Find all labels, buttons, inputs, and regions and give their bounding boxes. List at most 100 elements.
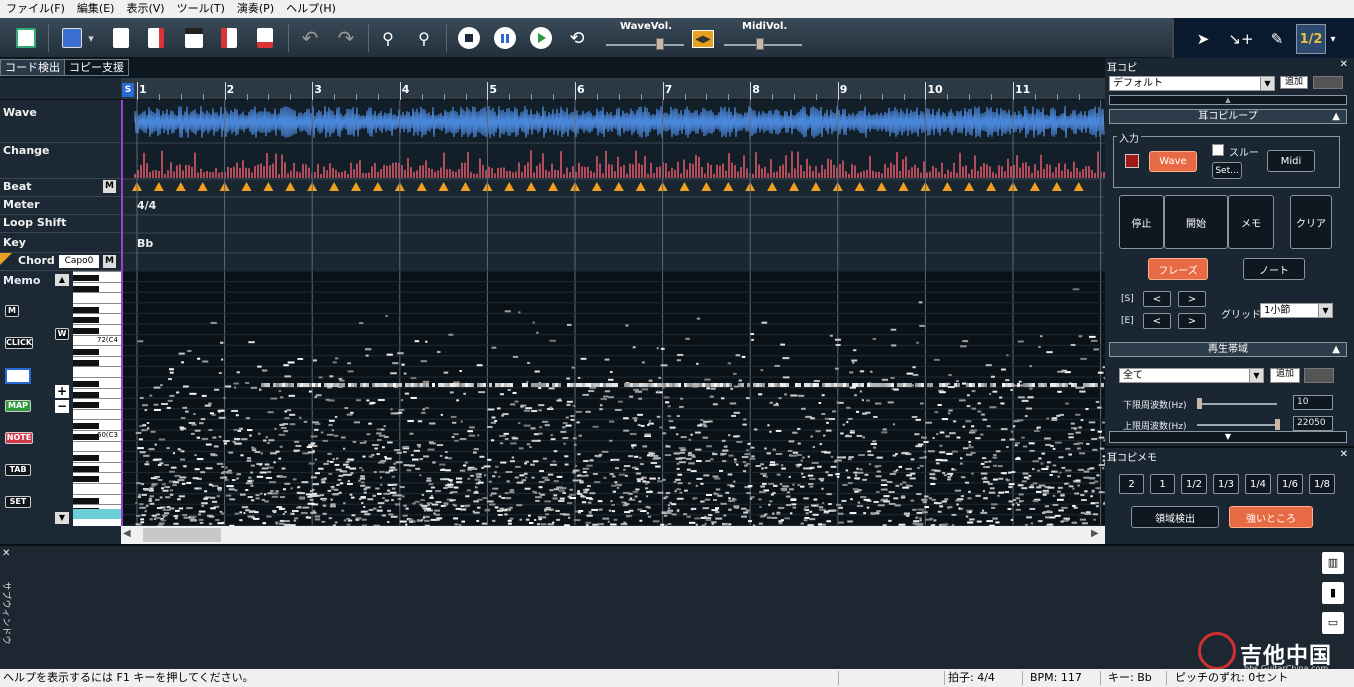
start-next-button[interactable]: >: [1178, 291, 1206, 307]
black-key[interactable]: [73, 434, 99, 440]
white-key[interactable]: [73, 292, 121, 294]
black-key[interactable]: [73, 381, 99, 387]
band-select[interactable]: 全て ▼: [1119, 368, 1264, 383]
white-key[interactable]: [73, 408, 121, 410]
map-button[interactable]: MAP: [5, 400, 31, 412]
white-key[interactable]: [73, 419, 121, 421]
set-input-button[interactable]: Set...: [1212, 162, 1242, 179]
through-checkbox[interactable]: [1212, 144, 1224, 156]
undo-icon[interactable]: ↶: [296, 24, 324, 52]
black-key[interactable]: [73, 328, 99, 334]
m-button[interactable]: M: [5, 305, 19, 317]
pause-icon[interactable]: [491, 24, 519, 52]
white-key[interactable]: [73, 355, 121, 357]
eraser-icon[interactable]: ✎: [1262, 24, 1292, 54]
fraction-half-button[interactable]: 1/2: [1181, 474, 1207, 494]
layout-icon[interactable]: ▥: [1322, 552, 1344, 574]
tab-chord-detect[interactable]: コード検出: [0, 59, 65, 76]
black-key[interactable]: [73, 306, 99, 313]
memo-close-icon[interactable]: ✕: [1340, 449, 1348, 460]
save-icon[interactable]: [180, 24, 208, 52]
black-key[interactable]: [73, 317, 99, 324]
w-button[interactable]: W: [55, 328, 69, 340]
high-freq-thumb[interactable]: [1275, 419, 1280, 430]
scroll-thumb[interactable]: [143, 528, 221, 542]
preset-delete-button[interactable]: [1313, 76, 1343, 89]
click-button[interactable]: CLICK: [5, 337, 33, 349]
sub-close-icon[interactable]: ✕: [2, 548, 10, 559]
preset-select[interactable]: デフォルト ▼: [1109, 76, 1275, 91]
black-key[interactable]: [73, 402, 99, 409]
fraction-quarter-button[interactable]: 1/4: [1245, 474, 1271, 494]
wave-vol-slider[interactable]: [606, 44, 684, 46]
white-key[interactable]: [73, 451, 121, 453]
white-key[interactable]: [73, 271, 121, 272]
scroll-down-icon[interactable]: ▼: [55, 512, 69, 524]
fraction-third-button[interactable]: 1/3: [1213, 474, 1239, 494]
menu-edit[interactable]: 編集(E): [71, 0, 121, 18]
loop-section-header[interactable]: 耳コピループ ▲: [1109, 109, 1347, 124]
strong-part-button[interactable]: 強いところ: [1229, 506, 1313, 528]
measure-ruler[interactable]: S 1 2 3 4 5 6 7 8 9 10 11: [121, 78, 1105, 100]
open-wave-icon[interactable]: [58, 24, 86, 52]
stop-icon[interactable]: [455, 24, 483, 52]
white-key[interactable]: [73, 472, 121, 474]
loop-icon[interactable]: ⟲: [563, 24, 591, 52]
black-key[interactable]: [73, 476, 99, 483]
app-icon[interactable]: [12, 24, 40, 52]
white-key[interactable]: [73, 504, 121, 506]
black-key[interactable]: [73, 497, 99, 504]
white-key[interactable]: [73, 313, 121, 315]
low-freq-input[interactable]: 10: [1293, 395, 1333, 410]
zoom-out-icon[interactable]: ⚲: [374, 24, 402, 52]
half-dropdown-icon[interactable]: ▾: [1326, 24, 1340, 54]
wave-vol-thumb[interactable]: [656, 38, 665, 50]
band-delete-button[interactable]: [1304, 368, 1334, 383]
high-freq-input[interactable]: 22050: [1293, 416, 1333, 431]
collapse-up-icon[interactable]: ▲: [1109, 95, 1347, 105]
list-icon[interactable]: [5, 368, 31, 384]
black-key[interactable]: [73, 465, 99, 472]
add-arrow-icon[interactable]: ↘+: [1226, 24, 1256, 54]
white-key[interactable]: [73, 461, 121, 463]
low-freq-thumb[interactable]: [1197, 398, 1202, 409]
chord-m-button[interactable]: M: [103, 255, 116, 268]
black-key[interactable]: [73, 423, 99, 430]
start-button[interactable]: 開始: [1164, 195, 1228, 249]
zoom-minus-button[interactable]: −: [55, 400, 69, 413]
fraction-eighth-button[interactable]: 1/8: [1309, 474, 1335, 494]
piano-keyboard[interactable]: [73, 271, 121, 526]
playhead[interactable]: [121, 100, 123, 526]
black-key[interactable]: [73, 391, 99, 398]
menu-view[interactable]: 表示(V): [120, 0, 170, 18]
half-speed-button[interactable]: 1/2: [1296, 24, 1326, 54]
scroll-left-icon[interactable]: ◀: [123, 528, 131, 539]
end-next-button[interactable]: >: [1178, 313, 1206, 329]
track-area[interactable]: 4/4 Bb: [121, 100, 1105, 526]
fraction-1-button[interactable]: 1: [1150, 474, 1175, 494]
wave-input-button[interactable]: Wave: [1149, 151, 1197, 172]
note-button[interactable]: NOTE: [5, 432, 33, 444]
memo-button[interactable]: メモ: [1228, 195, 1274, 249]
menu-play[interactable]: 演奏(P): [231, 0, 280, 18]
select-arrow-icon[interactable]: ➤: [1188, 24, 1218, 54]
white-key[interactable]: [73, 302, 121, 304]
white-key[interactable]: [73, 493, 121, 495]
white-key[interactable]: [73, 483, 121, 484]
capo-button[interactable]: Capo0: [59, 255, 99, 268]
tab-button[interactable]: TAB: [5, 464, 31, 476]
region-detect-button[interactable]: 領域検出: [1131, 506, 1219, 528]
comment-icon[interactable]: ▭: [1322, 612, 1344, 634]
white-key[interactable]: [73, 324, 121, 325]
phrase-button[interactable]: フレーズ: [1148, 258, 1208, 280]
beat-m-button[interactable]: M: [103, 180, 116, 193]
white-key[interactable]: [73, 377, 121, 378]
tab-copy-support[interactable]: コピー支援: [64, 59, 129, 76]
start-marker[interactable]: S: [122, 83, 134, 97]
black-key[interactable]: [73, 285, 99, 292]
scroll-up-icon[interactable]: ▲: [55, 274, 69, 286]
menu-file[interactable]: ファイル(F): [0, 0, 71, 18]
midi-vol-thumb[interactable]: [755, 38, 764, 50]
band-add-button[interactable]: 追加: [1270, 368, 1300, 383]
preset-add-button[interactable]: 追加: [1280, 76, 1308, 89]
